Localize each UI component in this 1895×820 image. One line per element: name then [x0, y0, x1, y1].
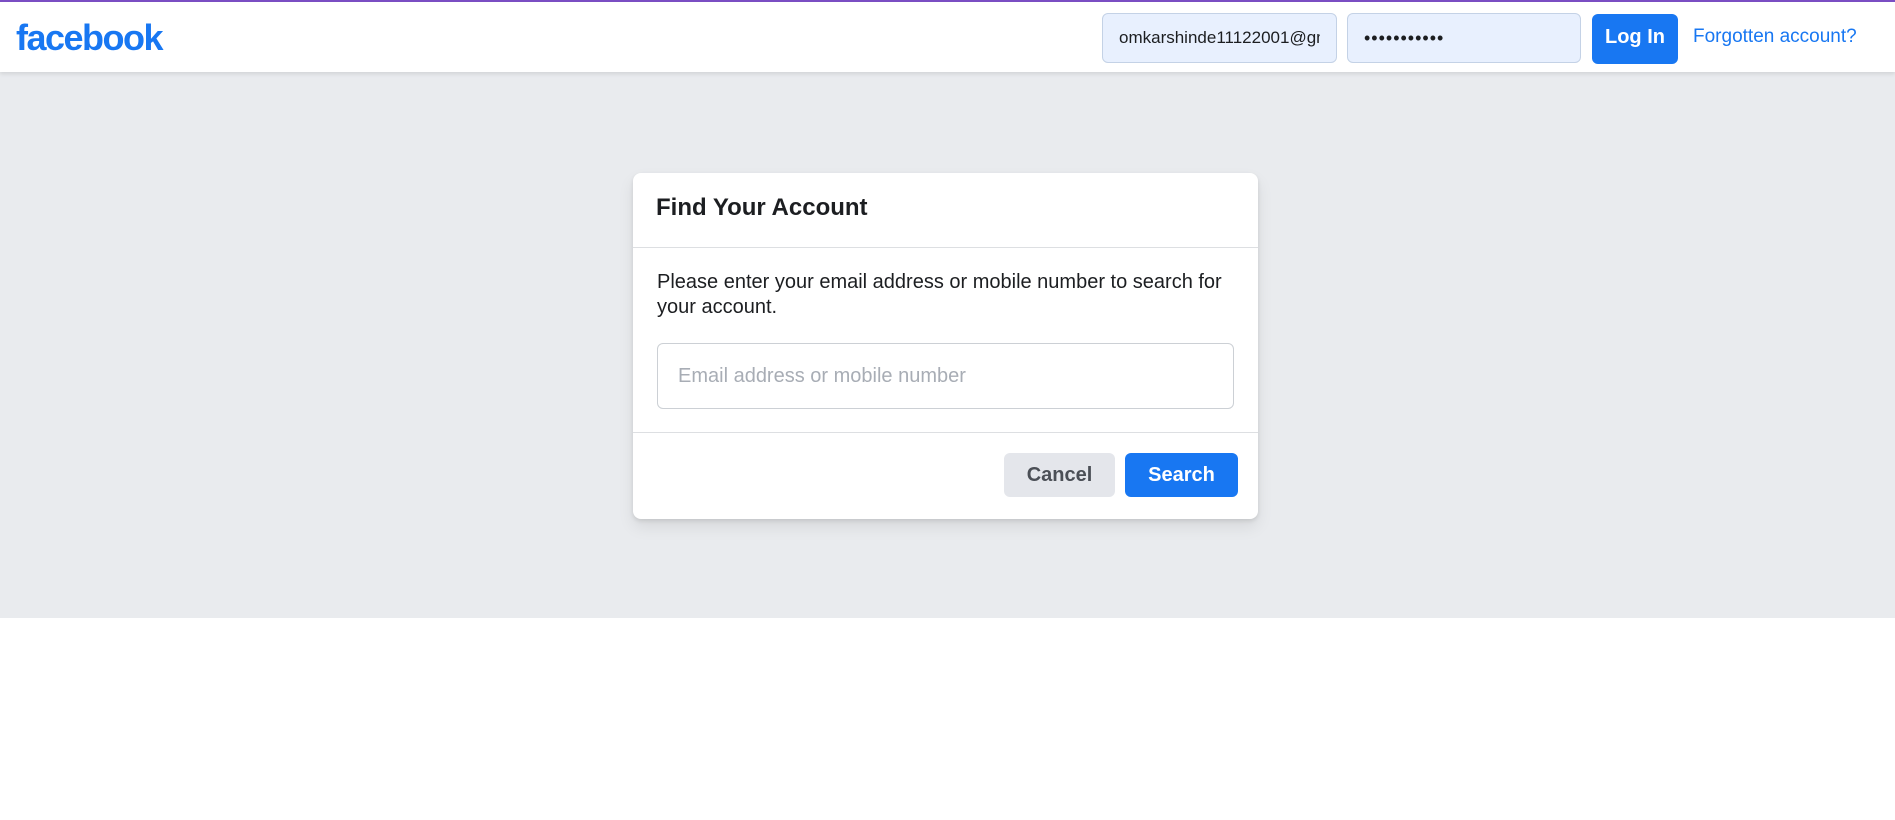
dialog-description: Please enter your email address or mobil…	[657, 271, 1222, 318]
facebook-logo[interactable]: facebook	[16, 16, 164, 60]
login-button[interactable]: Log In	[1592, 14, 1678, 64]
dialog-title: Find Your Account	[656, 194, 868, 221]
login-email-input[interactable]	[1102, 13, 1337, 63]
find-account-dialog: Find Your Account Please enter your emai…	[633, 173, 1258, 519]
login-password-input[interactable]	[1347, 13, 1581, 63]
cancel-button[interactable]: Cancel	[1004, 453, 1115, 497]
main-content-area: Find Your Account Please enter your emai…	[0, 72, 1895, 618]
forgotten-account-link[interactable]: Forgotten account?	[1693, 22, 1857, 52]
dialog-footer-divider	[633, 432, 1258, 433]
top-navbar: facebook Log In Forgotten account?	[0, 2, 1895, 72]
account-search-input[interactable]	[657, 343, 1234, 409]
search-button[interactable]: Search	[1125, 453, 1238, 497]
dialog-header-divider	[633, 247, 1258, 248]
